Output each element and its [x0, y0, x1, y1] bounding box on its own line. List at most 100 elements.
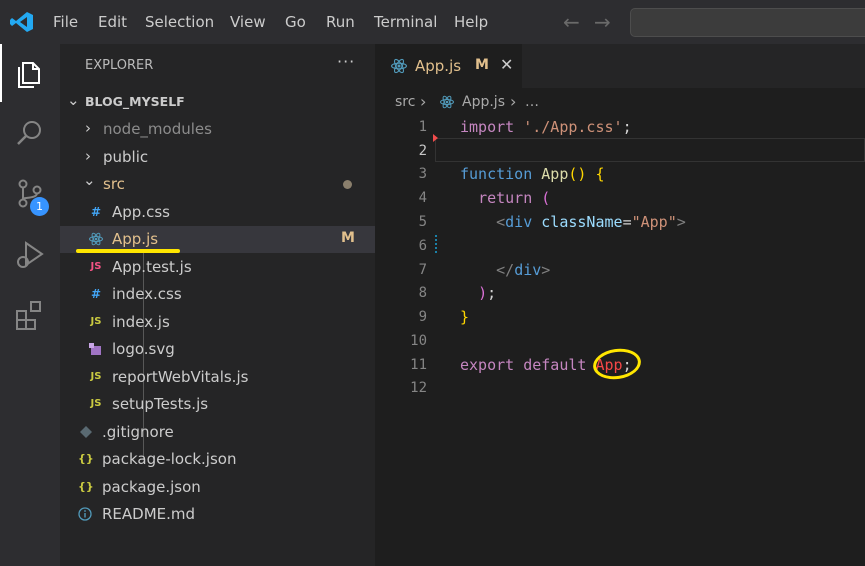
close-icon[interactable]: ✕: [500, 55, 513, 74]
tree-item-gitignore[interactable]: .gitignore: [60, 419, 375, 446]
code-token: import: [460, 118, 515, 136]
tree-item-package-json[interactable]: {} package.json: [60, 474, 375, 501]
menu-go[interactable]: Go: [285, 0, 306, 44]
tree-item-label: reportWebVitals.js: [112, 368, 249, 386]
tree-item-node-modules[interactable]: › node_modules: [60, 116, 375, 143]
tree-item-label: logo.svg: [112, 340, 175, 358]
tree-item-label: .gitignore: [102, 423, 174, 441]
tree-item-app-test-js[interactable]: JS App.test.js: [60, 254, 375, 281]
code-token: export: [460, 356, 515, 374]
editor-tabs: App.js M ✕: [375, 44, 865, 88]
tree-item-label: node_modules: [103, 120, 212, 138]
code-token: function: [460, 165, 533, 183]
tree-item-logo-svg[interactable]: logo.svg: [60, 336, 375, 363]
tree-item-label: App.test.js: [112, 258, 192, 276]
vscode-logo-icon[interactable]: [10, 11, 34, 33]
react-file-icon: [440, 95, 454, 113]
tree-item-label: index.js: [112, 313, 170, 331]
code-token: div: [514, 261, 542, 279]
line-number: 10: [410, 333, 427, 349]
code-token: './App.css': [523, 118, 623, 136]
tab-label: App.js: [415, 57, 462, 75]
line-number: 12: [410, 380, 427, 396]
menu-view[interactable]: View: [230, 0, 266, 44]
code-token: return: [478, 189, 533, 207]
tab-modified-badge: M: [475, 57, 489, 73]
tree-item-app-css[interactable]: # App.css: [60, 199, 375, 226]
modified-dot: [343, 180, 352, 189]
code-line: 6: [375, 235, 865, 259]
breadcrumb-more[interactable]: …: [525, 94, 539, 110]
breadcrumb-file[interactable]: App.js: [462, 94, 505, 110]
code-token: App: [541, 165, 569, 183]
code-token: (: [541, 189, 551, 207]
tree-item-index-css[interactable]: # index.css: [60, 281, 375, 308]
run-debug-icon[interactable]: [0, 226, 60, 282]
code-line: 7 </div>: [375, 259, 865, 283]
tree-item-label: setupTests.js: [112, 395, 209, 413]
line-number: 7: [418, 262, 427, 278]
tree-item-label: package-lock.json: [102, 450, 237, 468]
chevron-right-icon: ›: [510, 92, 517, 111]
code-editor[interactable]: 1 import './App.css'; 2 3 function App()…: [375, 116, 865, 566]
tree-item-label: README.md: [102, 505, 196, 523]
menu-file[interactable]: File: [53, 0, 78, 44]
tab-app-js[interactable]: App.js M ✕: [375, 44, 522, 88]
tree-item-readme-md[interactable]: README.md: [60, 501, 375, 528]
chevron-right-icon: ›: [85, 119, 91, 137]
more-actions-icon[interactable]: ···: [337, 52, 355, 71]
git-modified-badge: M: [341, 230, 355, 246]
menu-terminal[interactable]: Terminal: [374, 0, 437, 44]
workspace-section-header[interactable]: ⌄ BLOG_MYSELF: [60, 90, 375, 114]
source-control-icon[interactable]: [0, 164, 60, 220]
breadcrumb-folder[interactable]: src: [395, 94, 415, 110]
js-test-file-icon: JS: [90, 261, 102, 272]
code-token: >: [541, 261, 551, 279]
code-line: 5 <div className="App">: [375, 211, 865, 235]
code-token: (): [568, 165, 587, 183]
extensions-icon[interactable]: [0, 286, 60, 342]
tree-item-package-lock-json[interactable]: {} package-lock.json: [60, 446, 375, 473]
search-icon[interactable]: [0, 104, 60, 160]
back-arrow-icon[interactable]: ←: [563, 10, 580, 34]
tree-item-public[interactable]: › public: [60, 144, 375, 171]
code-token: </: [496, 261, 515, 279]
git-file-icon: [79, 425, 93, 439]
css-file-icon: #: [90, 205, 102, 219]
code-token: {: [595, 165, 605, 183]
code-token: ;: [487, 284, 497, 302]
line-number: 2: [418, 143, 427, 159]
js-file-icon: JS: [90, 398, 102, 409]
line-number: 8: [418, 285, 427, 301]
code-line: 3 function App() {: [375, 163, 865, 187]
explorer-icon[interactable]: [0, 44, 60, 100]
code-token: div: [505, 213, 533, 231]
code-line: 4 return (: [375, 187, 865, 211]
menu-selection[interactable]: Selection: [145, 0, 214, 44]
code-token: =: [622, 213, 632, 231]
tree-item-index-js[interactable]: JS index.js: [60, 309, 375, 336]
code-token: className: [541, 213, 623, 231]
menu-edit[interactable]: Edit: [98, 0, 127, 44]
tree-item-label: package.json: [102, 478, 201, 496]
json-file-icon: {}: [78, 452, 94, 465]
command-center-search[interactable]: [630, 8, 865, 37]
tree-item-report-web-vitals-js[interactable]: JS reportWebVitals.js: [60, 364, 375, 391]
menu-run[interactable]: Run: [326, 0, 355, 44]
tree-item-label: index.css: [112, 285, 182, 303]
line-number: 4: [418, 190, 427, 206]
workspace-name: BLOG_MYSELF: [85, 94, 185, 109]
menu-help[interactable]: Help: [454, 0, 488, 44]
line-number: 9: [418, 309, 427, 325]
explorer-sidebar: EXPLORER ··· ⌄ BLOG_MYSELF › node_module…: [60, 44, 375, 566]
source-control-badge: 1: [30, 197, 49, 216]
tree-item-label: src: [103, 175, 125, 193]
line-number: 1: [418, 119, 427, 135]
forward-arrow-icon[interactable]: →: [594, 10, 611, 34]
code-line: 1 import './App.css';: [375, 116, 865, 140]
code-line: 9 }: [375, 306, 865, 330]
tree-item-label: App.css: [112, 203, 170, 221]
tree-item-src[interactable]: ⌄ src: [60, 171, 375, 198]
tree-item-setup-tests-js[interactable]: JS setupTests.js: [60, 391, 375, 418]
svg-file-icon: [89, 342, 103, 356]
